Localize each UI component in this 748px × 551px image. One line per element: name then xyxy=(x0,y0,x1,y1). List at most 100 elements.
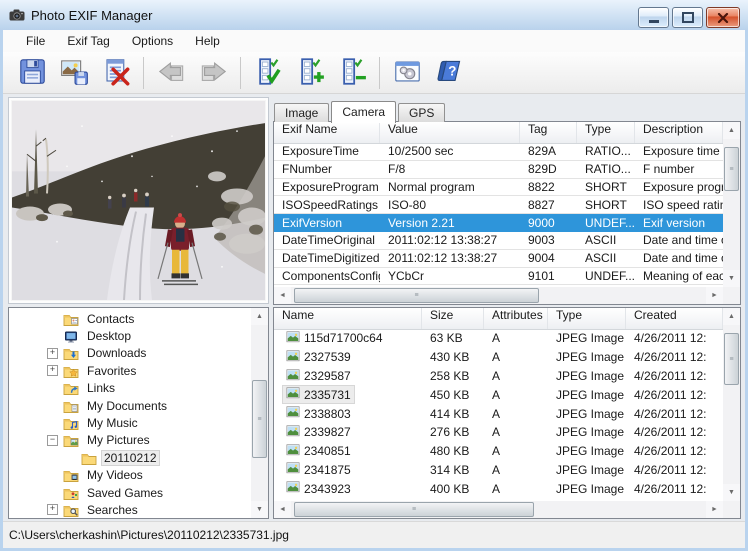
verify-exif-tags-button[interactable] xyxy=(248,55,288,91)
image-file-icon xyxy=(286,349,300,366)
save-image-button[interactable] xyxy=(54,55,94,91)
column-header-type[interactable]: Type xyxy=(548,308,626,329)
exif-row-datetimedigitized[interactable]: DateTimeDigitized2011:02:12 13:38:279004… xyxy=(274,250,723,268)
scroll-thumb[interactable]: ≡ xyxy=(294,502,534,517)
tab-image[interactable]: Image xyxy=(274,103,329,122)
column-header-size[interactable]: Size xyxy=(422,308,484,329)
tree-item-my-videos[interactable]: +My Videos xyxy=(9,467,251,484)
tree-item-my-documents[interactable]: +My Documents xyxy=(9,397,251,414)
delete-exif-button[interactable] xyxy=(96,55,136,91)
file-row-2329587[interactable]: 2329587258 KBAJPEG Image4/26/2011 12: xyxy=(274,367,723,386)
vertical-scrollbar[interactable]: ▲ ≡ ▼ xyxy=(251,308,268,518)
scroll-thumb[interactable]: ≡ xyxy=(724,333,739,385)
svg-text:?: ? xyxy=(448,63,456,78)
tree-item-downloads[interactable]: +Downloads xyxy=(9,345,251,362)
column-header-attributes[interactable]: Attributes xyxy=(484,308,548,329)
expander-plus-icon[interactable]: + xyxy=(47,365,58,376)
tab-camera[interactable]: Camera xyxy=(331,101,396,123)
tab-gps[interactable]: GPS xyxy=(398,103,445,122)
scroll-up-button[interactable]: ▲ xyxy=(723,308,740,325)
file-row-2339827[interactable]: 2339827276 KBAJPEG Image4/26/2011 12: xyxy=(274,423,723,442)
close-button[interactable] xyxy=(706,7,740,28)
scroll-right-button[interactable]: ► xyxy=(706,501,723,518)
column-header-created[interactable]: Created xyxy=(626,308,723,329)
scroll-left-button[interactable]: ◄ xyxy=(274,501,291,518)
scroll-left-button[interactable]: ◄ xyxy=(274,287,291,304)
file-cell: 2339827 xyxy=(274,423,422,442)
exif-row-exposureprogram[interactable]: ExposureProgramNormal program8822SHORTEx… xyxy=(274,179,723,197)
exif-row-isospeedratings[interactable]: ISOSpeedRatingsISO-808827SHORTISO speed … xyxy=(274,196,723,214)
tree-item-contacts[interactable]: +Contacts xyxy=(9,310,251,327)
scroll-thumb[interactable]: ≡ xyxy=(294,288,539,303)
expander-plus-icon[interactable]: + xyxy=(47,504,58,515)
expander-minus-icon[interactable]: − xyxy=(47,435,58,446)
exif-row-fnumber[interactable]: FNumberF/8829DRATIO...F number xyxy=(274,161,723,179)
help-button[interactable]: ? xyxy=(429,55,469,91)
folder-favorites-icon xyxy=(63,363,79,379)
menu-item-help[interactable]: Help xyxy=(184,32,231,50)
scroll-up-button[interactable]: ▲ xyxy=(251,308,268,325)
column-header-type[interactable]: Type xyxy=(577,122,635,143)
tree-item-my-pictures[interactable]: −My Pictures xyxy=(9,432,251,449)
tree-item-my-music[interactable]: +My Music xyxy=(9,414,251,431)
vertical-scrollbar[interactable]: ▲ ≡ ▼ xyxy=(723,122,740,287)
exif-row-componentsconfig[interactable]: ComponentsConfig...YCbCr9101UNDEF...Mean… xyxy=(274,268,723,286)
exif-cell: RATIO... xyxy=(577,162,635,176)
scroll-thumb[interactable]: ≡ xyxy=(724,147,739,191)
folder-videos-icon xyxy=(63,467,79,483)
save-exif-button[interactable] xyxy=(12,55,52,91)
tree-item-favorites[interactable]: +Favorites xyxy=(9,362,251,379)
exif-cell: 8822 xyxy=(520,180,577,194)
horizontal-scrollbar[interactable]: ◄≡ ► xyxy=(274,287,723,304)
column-header-description[interactable]: Description xyxy=(635,122,723,143)
tree-item-saved-games[interactable]: +Saved Games xyxy=(9,484,251,501)
minimize-button[interactable] xyxy=(638,7,669,28)
exif-row-exifversion[interactable]: ExifVersionVersion 2.219000UNDEF...Exif … xyxy=(274,214,723,232)
file-row-2335731[interactable]: 2335731450 KBAJPEG Image4/26/2011 12: xyxy=(274,385,723,404)
folder-links-icon xyxy=(63,380,79,396)
add-exif-tag-button[interactable] xyxy=(290,55,330,91)
file-cell: 430 KB xyxy=(422,350,484,364)
scroll-down-button[interactable]: ▼ xyxy=(723,270,740,287)
tree-item-desktop[interactable]: +Desktop xyxy=(9,327,251,344)
tree-item-20110212[interactable]: +20110212 xyxy=(9,449,251,466)
file-row-2343923[interactable]: 2343923400 KBAJPEG Image4/26/2011 12: xyxy=(274,479,723,498)
file-name-label: 115d71700c64 xyxy=(304,331,383,345)
scroll-down-button[interactable]: ▼ xyxy=(723,484,740,501)
file-cell: A xyxy=(484,369,548,383)
file-name-label: 2335731 xyxy=(304,388,351,402)
file-row-2338803[interactable]: 2338803414 KBAJPEG Image4/26/2011 12: xyxy=(274,404,723,423)
scroll-down-button[interactable]: ▼ xyxy=(251,501,268,518)
tree-item-links[interactable]: +Links xyxy=(9,380,251,397)
column-header-value[interactable]: Value xyxy=(380,122,520,143)
file-row-2341875[interactable]: 2341875314 KBAJPEG Image4/26/2011 12: xyxy=(274,461,723,480)
menu-item-file[interactable]: File xyxy=(15,32,56,50)
tree-item-searches[interactable]: +Searches xyxy=(9,501,251,518)
exif-cell: F number xyxy=(635,162,723,176)
maximize-button[interactable] xyxy=(672,7,703,28)
exif-cell: DateTimeOriginal xyxy=(274,233,380,247)
exif-row-datetimeoriginal[interactable]: DateTimeOriginal2011:02:12 13:38:279003A… xyxy=(274,232,723,250)
column-header-tag[interactable]: Tag xyxy=(520,122,577,143)
file-row-2340851[interactable]: 2340851480 KBAJPEG Image4/26/2011 12: xyxy=(274,442,723,461)
expander-plus-icon[interactable]: + xyxy=(47,348,58,359)
options-button[interactable] xyxy=(387,55,427,91)
menu-item-exif-tag[interactable]: Exif Tag xyxy=(56,32,120,50)
horizontal-scrollbar[interactable]: ◄≡ ► xyxy=(274,501,723,518)
column-header-exif-name[interactable]: Exif Name xyxy=(274,122,380,143)
exif-cell: Date and time of xyxy=(635,251,723,265)
file-row-115d71700c64[interactable]: 115d71700c6463 KBAJPEG Image4/26/2011 12… xyxy=(274,329,723,348)
exif-row-exposuretime[interactable]: ExposureTime10/2500 sec829ARATIO...Expos… xyxy=(274,143,723,161)
column-header-name[interactable]: Name xyxy=(274,308,422,329)
scroll-right-button[interactable]: ► xyxy=(706,287,723,304)
folder-downloads-icon xyxy=(63,345,79,361)
scroll-up-button[interactable]: ▲ xyxy=(723,122,740,139)
exif-cell: Exposure progra xyxy=(635,180,723,194)
file-cell: 2341875 xyxy=(274,460,422,479)
vertical-scrollbar[interactable]: ▲ ≡ ▼ xyxy=(723,308,740,501)
remove-exif-tag-button[interactable] xyxy=(332,55,372,91)
file-row-2327539[interactable]: 2327539430 KBAJPEG Image4/26/2011 12: xyxy=(274,348,723,367)
file-cell: A xyxy=(484,444,548,458)
scroll-thumb[interactable]: ≡ xyxy=(252,380,267,458)
menu-item-options[interactable]: Options xyxy=(121,32,184,50)
